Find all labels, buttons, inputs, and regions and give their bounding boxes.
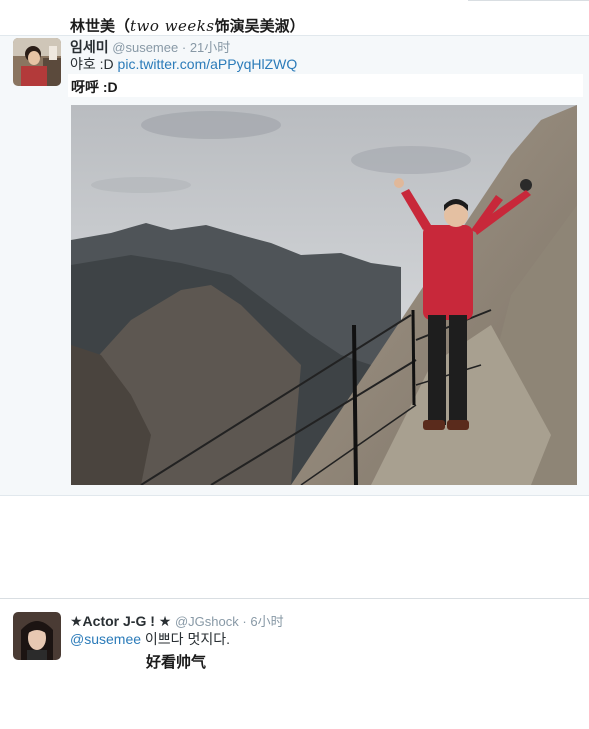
tweet-text: 야호 :D pic.twitter.com/aPPyqHlZWQ <box>70 54 297 74</box>
tweet-text-2-body: 이쁘다 멋지다. <box>141 631 230 647</box>
caption-script-text: two weeks <box>130 17 215 35</box>
translation-text-2: 好看帅气 <box>146 654 207 671</box>
mention-link[interactable]: @susemee <box>70 631 141 647</box>
user-handle[interactable]: @susemee <box>112 40 178 55</box>
avatar-2[interactable] <box>13 612 61 660</box>
caption-rest: 饰演吴美淑） <box>214 18 305 35</box>
tweet-text-prefix: 야호 :D <box>70 56 118 72</box>
user-name-2[interactable]: ★Actor J-G ! ★ <box>70 613 171 629</box>
timestamp-2[interactable]: 6小时 <box>250 614 283 629</box>
caption-paren: （ <box>115 18 131 35</box>
translation-text: 呀呼 :D <box>71 79 118 95</box>
avatar[interactable] <box>13 38 61 86</box>
translation-box: 呀呼 :D <box>68 74 583 97</box>
caption-title: 林世美（two weeks饰演吴美淑） <box>70 15 305 36</box>
card-divider <box>0 598 589 599</box>
separator-dot-2: · <box>242 614 247 629</box>
user-name[interactable]: 임세미 <box>70 39 109 55</box>
user-handle-2[interactable]: @JGshock <box>175 614 239 629</box>
photo-link[interactable]: pic.twitter.com/aPPyqHlZWQ <box>118 56 298 72</box>
top-divider <box>468 0 589 1</box>
caption-name: 林世美 <box>70 18 116 35</box>
separator-dot: · <box>181 40 187 55</box>
timestamp[interactable]: 21小时 <box>190 40 230 55</box>
tweet-photo[interactable] <box>71 105 577 485</box>
tweet-text-2: @susemee 이쁘다 멋지다. <box>70 629 230 649</box>
tweet-header-2: ★Actor J-G ! ★ @JGshock · 6小时 <box>70 611 284 630</box>
